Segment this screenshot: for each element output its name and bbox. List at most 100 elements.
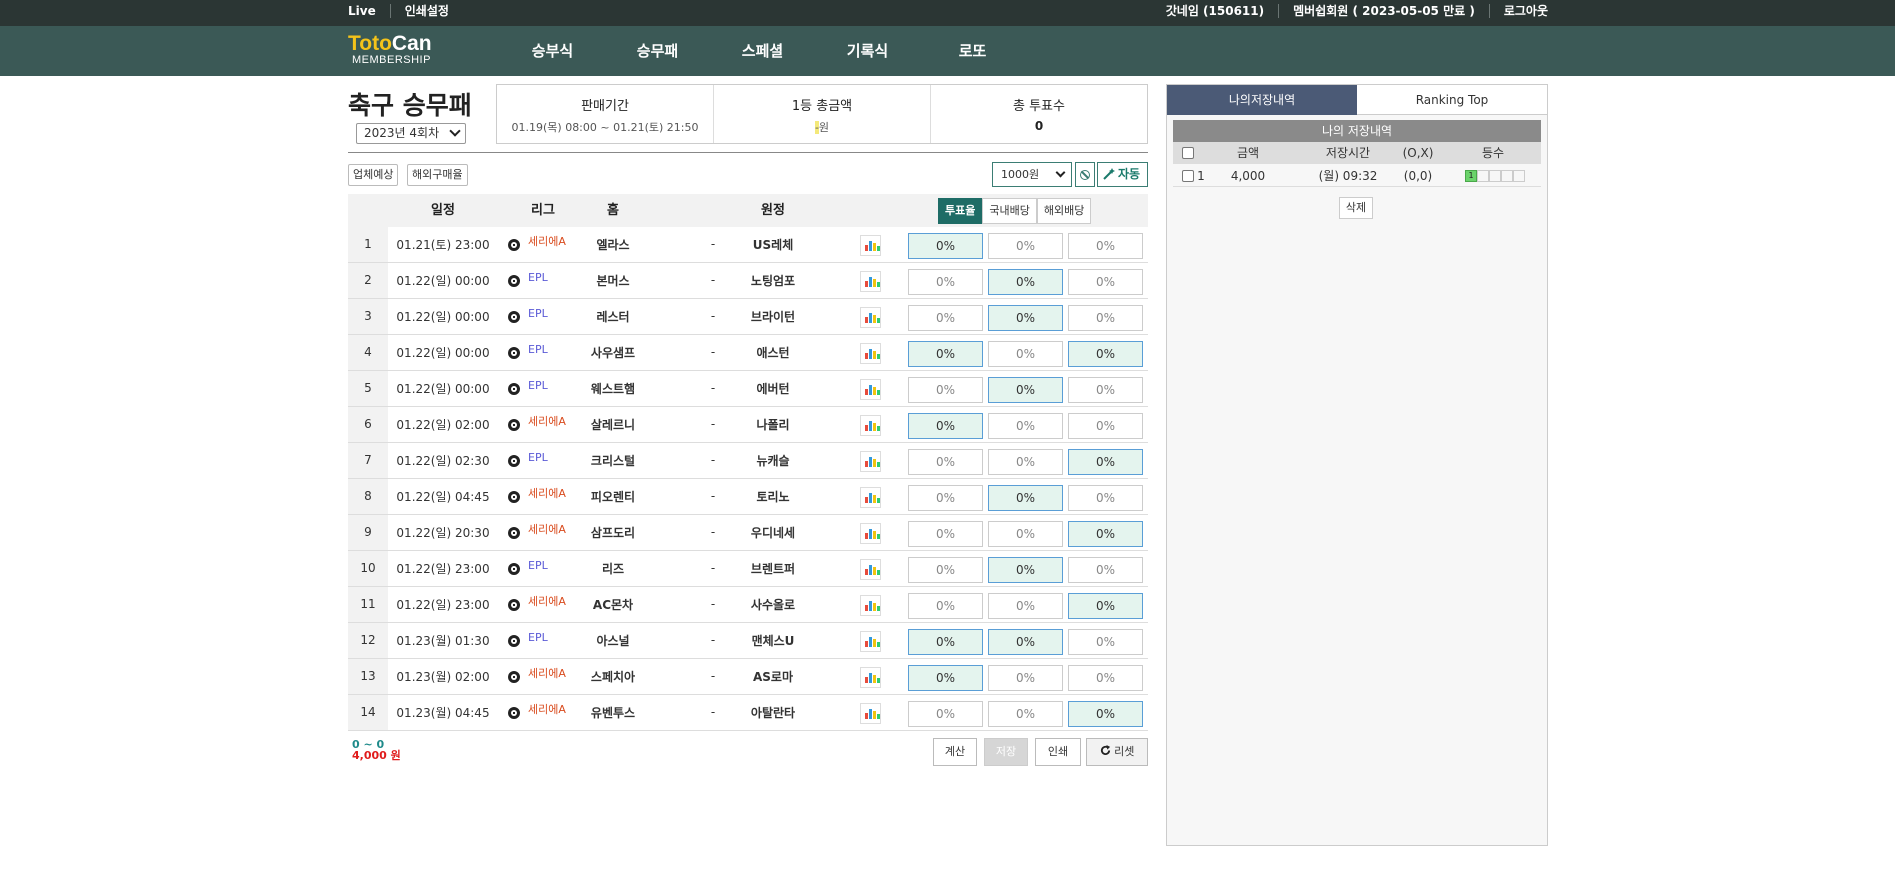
match-number: 10 (348, 551, 388, 586)
pick-lose[interactable]: 0% (1068, 449, 1143, 475)
pick-lose[interactable]: 0% (1068, 413, 1143, 439)
bar-chart-icon[interactable] (860, 487, 881, 508)
pick-lose[interactable]: 0% (1068, 233, 1143, 259)
tab-vote-rate[interactable]: 투표율 (938, 198, 983, 224)
pick-win[interactable]: 0% (908, 413, 983, 439)
pick-draw[interactable]: 0% (988, 557, 1063, 583)
round-select-value: 2023년 4회차 (364, 126, 440, 140)
reset-button[interactable]: 리셋 (1086, 738, 1148, 766)
pick-lose[interactable]: 0% (1068, 629, 1143, 655)
print-button[interactable]: 인쇄 (1035, 738, 1081, 766)
pick-draw[interactable]: 0% (988, 593, 1063, 619)
bar-chart-icon[interactable] (860, 595, 881, 616)
pick-draw[interactable]: 0% (988, 485, 1063, 511)
pick-draw[interactable]: 0% (988, 377, 1063, 403)
auto-button[interactable]: 자동 (1097, 162, 1148, 187)
pick-lose[interactable]: 0% (1068, 557, 1143, 583)
nav-item-seungmupae[interactable]: 승무패 (605, 26, 710, 76)
vs-separator: - (710, 705, 716, 719)
bar-chart-icon[interactable] (860, 271, 881, 292)
tab-my-saved[interactable]: 나의저장내역 (1167, 85, 1357, 115)
pick-draw[interactable]: 0% (988, 305, 1063, 331)
save-button[interactable]: 저장 (984, 738, 1028, 766)
select-all-checkbox[interactable] (1182, 147, 1194, 159)
nav-item-seungbusik[interactable]: 승부식 (500, 26, 605, 76)
pick-win[interactable]: 0% (908, 269, 983, 295)
pick-lose[interactable]: 0% (1068, 485, 1143, 511)
bar-chart-icon[interactable] (860, 415, 881, 436)
bar-chart-icon[interactable] (860, 559, 881, 580)
pick-win[interactable]: 0% (908, 485, 983, 511)
home-team: 유벤투스 (590, 706, 636, 720)
round-select[interactable]: 2023년 4회차 (356, 123, 466, 144)
bar-chart-icon[interactable] (860, 451, 881, 472)
tab-overseas-odds[interactable]: 해외배당 (1036, 198, 1092, 224)
table-row: 6 01.22(일) 02:00 세리에A 살레르니 - 나폴리 0% 0% 0% (348, 407, 1148, 443)
print-settings-link[interactable]: 인쇄설정 (389, 4, 463, 18)
pick-win[interactable]: 0% (908, 701, 983, 727)
amount-select[interactable]: 1000원 (992, 162, 1072, 187)
row-checkbox[interactable] (1182, 170, 1194, 182)
pick-lose[interactable]: 0% (1068, 305, 1143, 331)
live-link[interactable]: Live (348, 4, 390, 18)
away-team: 아탈란타 (750, 706, 796, 720)
pick-draw[interactable]: 0% (988, 521, 1063, 547)
pick-draw[interactable]: 0% (988, 341, 1063, 367)
bar-chart-icon[interactable] (860, 703, 881, 724)
match-league: 세리에A (528, 523, 566, 536)
pick-lose[interactable]: 0% (1068, 341, 1143, 367)
pick-win[interactable]: 0% (908, 521, 983, 547)
bar-chart-icon[interactable] (860, 379, 881, 400)
bar-chart-icon[interactable] (860, 667, 881, 688)
delete-button[interactable]: 삭제 (1339, 197, 1373, 219)
pick-win[interactable]: 0% (908, 341, 983, 367)
nav-item-record[interactable]: 기록식 (815, 26, 920, 76)
pick-draw[interactable]: 0% (988, 233, 1063, 259)
nav-item-special[interactable]: 스페셜 (710, 26, 815, 76)
pick-lose[interactable]: 0% (1068, 377, 1143, 403)
pick-win[interactable]: 0% (908, 593, 983, 619)
pick-draw[interactable]: 0% (988, 629, 1063, 655)
row-amount: 4,000 (1230, 169, 1266, 183)
pick-draw[interactable]: 0% (988, 449, 1063, 475)
pick-lose[interactable]: 0% (1068, 521, 1143, 547)
pick-lose[interactable]: 0% (1068, 665, 1143, 691)
pick-win[interactable]: 0% (908, 665, 983, 691)
nav-item-lotto[interactable]: 로또 (920, 26, 1025, 76)
pick-draw[interactable]: 0% (988, 413, 1063, 439)
logout-link[interactable]: 로그아웃 (1488, 4, 1548, 18)
calculate-button[interactable]: 계산 (933, 738, 977, 766)
tab-ranking-top[interactable]: Ranking Top (1357, 85, 1547, 115)
overseas-purchase-button[interactable]: 해외구매율 (407, 164, 468, 186)
match-table: 일정 리그 홈 원정 투표율 국내배당 해외배당 1 01.21(토) 23:00… (348, 194, 1148, 731)
pick-win[interactable]: 0% (908, 377, 983, 403)
pick-win[interactable]: 0% (908, 449, 983, 475)
home-team: 피오렌티 (590, 490, 636, 504)
tab-domestic-odds[interactable]: 국내배당 (982, 198, 1037, 224)
soccer-ball-icon (508, 275, 520, 287)
col-home: 홈 (607, 203, 619, 218)
pick-win[interactable]: 0% (908, 629, 983, 655)
pick-lose[interactable]: 0% (1068, 701, 1143, 727)
soccer-ball-icon (508, 239, 520, 251)
table-row: 4 01.22(일) 00:00 EPL 사우샘프 - 애스턴 0% 0% 0% (348, 335, 1148, 371)
pick-lose[interactable]: 0% (1068, 593, 1143, 619)
pick-draw[interactable]: 0% (988, 701, 1063, 727)
logo[interactable]: TotoCan MEMBERSHIP (348, 33, 448, 70)
clear-button[interactable] (1075, 162, 1095, 187)
bar-chart-icon[interactable] (860, 631, 881, 652)
pick-draw[interactable]: 0% (988, 269, 1063, 295)
company-prediction-button[interactable]: 업체예상 (348, 164, 399, 186)
pick-win[interactable]: 0% (908, 305, 983, 331)
total-amount: 4,000 원 (352, 749, 401, 762)
away-team: AS로마 (752, 670, 793, 684)
saved-row[interactable]: 1 4,000 (월) 09:32 (0,0) 1 (1173, 165, 1541, 187)
bar-chart-icon[interactable] (860, 307, 881, 328)
pick-draw[interactable]: 0% (988, 665, 1063, 691)
bar-chart-icon[interactable] (860, 523, 881, 544)
bar-chart-icon[interactable] (860, 343, 881, 364)
pick-win[interactable]: 0% (908, 557, 983, 583)
bar-chart-icon[interactable] (860, 235, 881, 256)
pick-win[interactable]: 0% (908, 233, 983, 259)
pick-lose[interactable]: 0% (1068, 269, 1143, 295)
